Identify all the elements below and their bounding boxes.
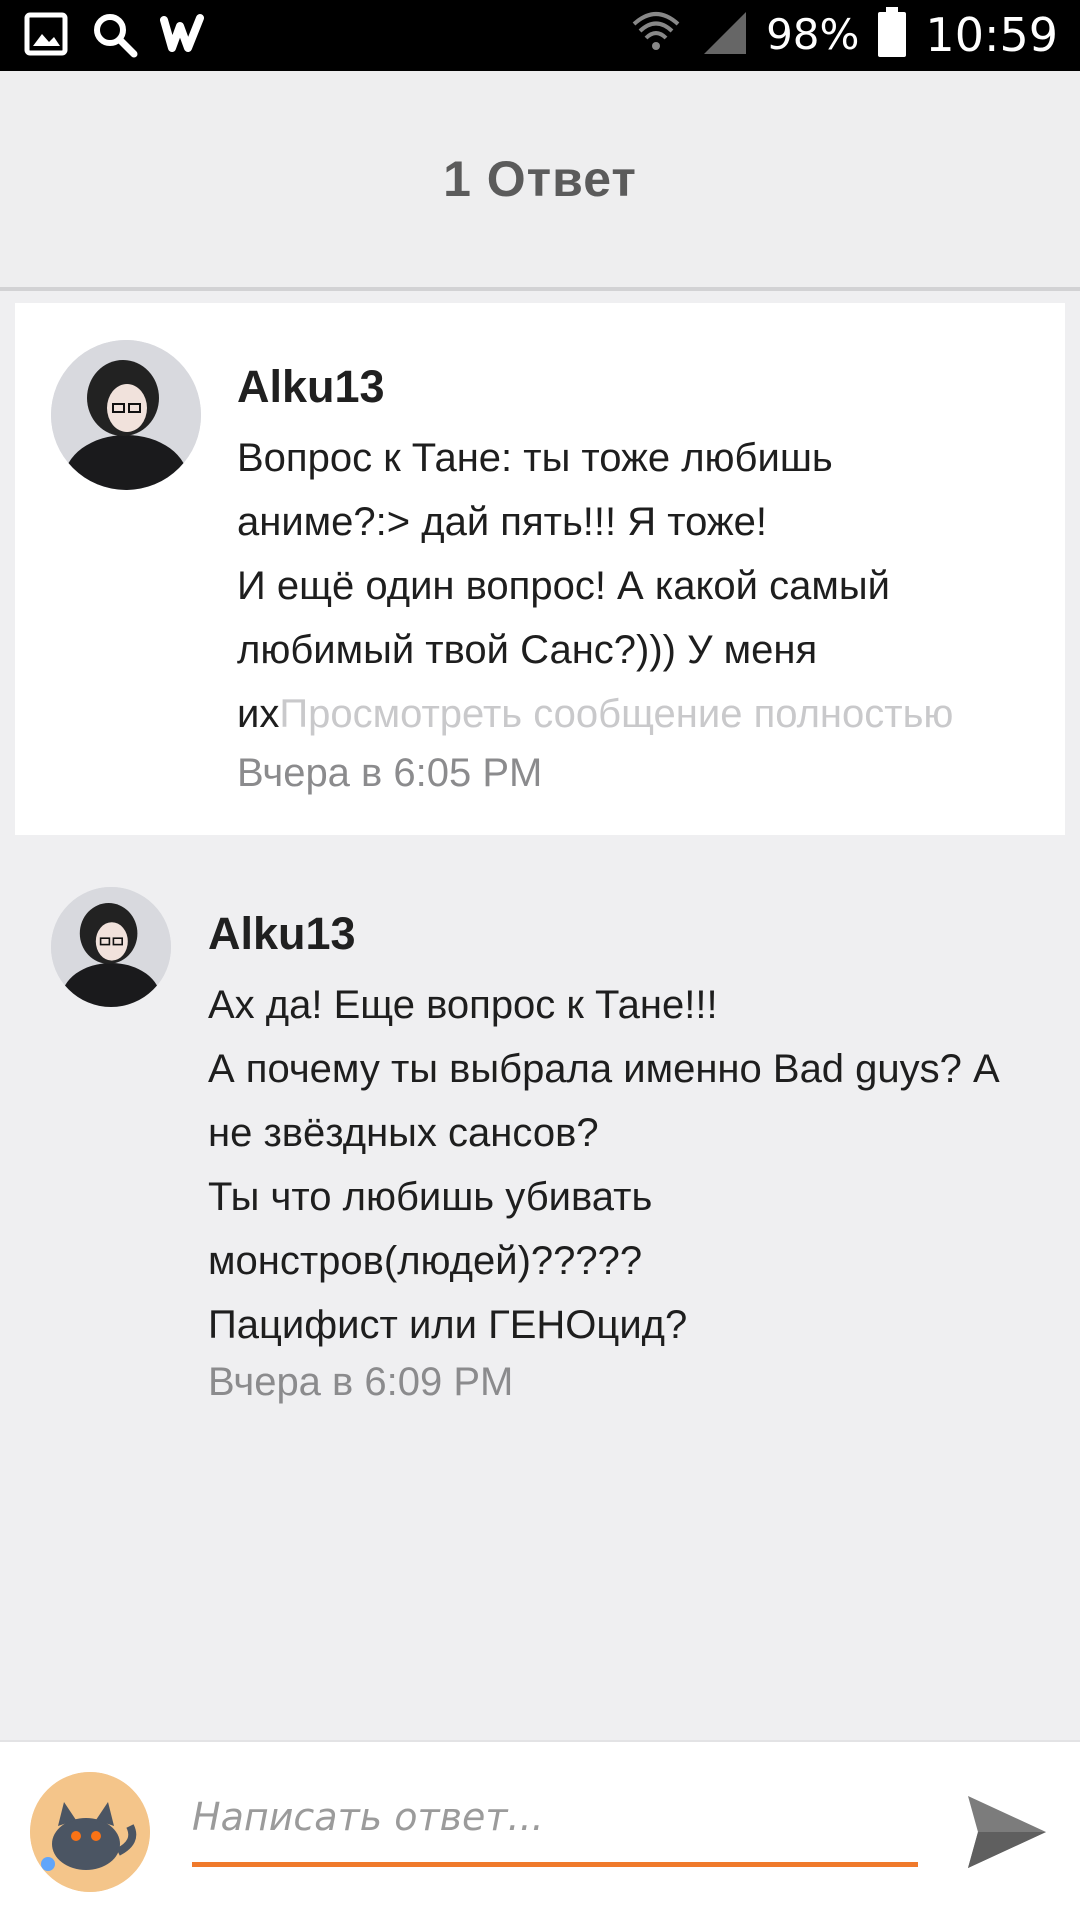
reply-input[interactable]	[192, 1782, 918, 1867]
comment-author[interactable]: Alku13	[237, 361, 385, 413]
avatar[interactable]	[51, 887, 171, 1007]
battery-percent: 98%	[766, 10, 860, 59]
clock: 10:59	[925, 7, 1058, 62]
send-button[interactable]	[962, 1788, 1050, 1876]
wifi-icon	[630, 6, 682, 63]
user-avatar[interactable]	[30, 1772, 150, 1892]
status-bar: 98% 10:59	[0, 0, 1080, 71]
comment-text-content: Вопрос к Тане: ты тоже любишь аниме?:> д…	[237, 436, 890, 736]
comment-text: Ах да! Еще вопрос к Тане!!! А почему ты …	[208, 983, 1000, 1347]
avatar[interactable]	[51, 340, 201, 490]
send-icon	[968, 1796, 1046, 1868]
reply-bar	[0, 1740, 1080, 1922]
battery-icon	[877, 7, 907, 62]
comment-author[interactable]: Alku13	[208, 908, 356, 960]
view-full-message-link[interactable]: Просмотреть сообщение полностью	[279, 692, 953, 736]
comment-timestamp: Вчера в 6:05 PM	[237, 751, 543, 795]
comment-item[interactable]: Alku13 Ах да! Еще вопрос к Тане!!! А поч…	[0, 870, 1080, 1430]
replies-header: 1 Ответ	[0, 71, 1080, 291]
signal-icon	[700, 8, 748, 61]
comment-timestamp: Вчера в 6:09 PM	[208, 1360, 514, 1404]
comment-text: Вопрос к Тане: ты тоже любишь аниме?:> д…	[237, 426, 1057, 746]
wattpad-icon	[160, 12, 210, 61]
comment-item[interactable]: Alku13 Вопрос к Тане: ты тоже любишь ани…	[15, 303, 1065, 835]
page-title: 1 Ответ	[443, 151, 637, 207]
search-icon	[90, 10, 138, 63]
gallery-icon	[24, 12, 68, 61]
